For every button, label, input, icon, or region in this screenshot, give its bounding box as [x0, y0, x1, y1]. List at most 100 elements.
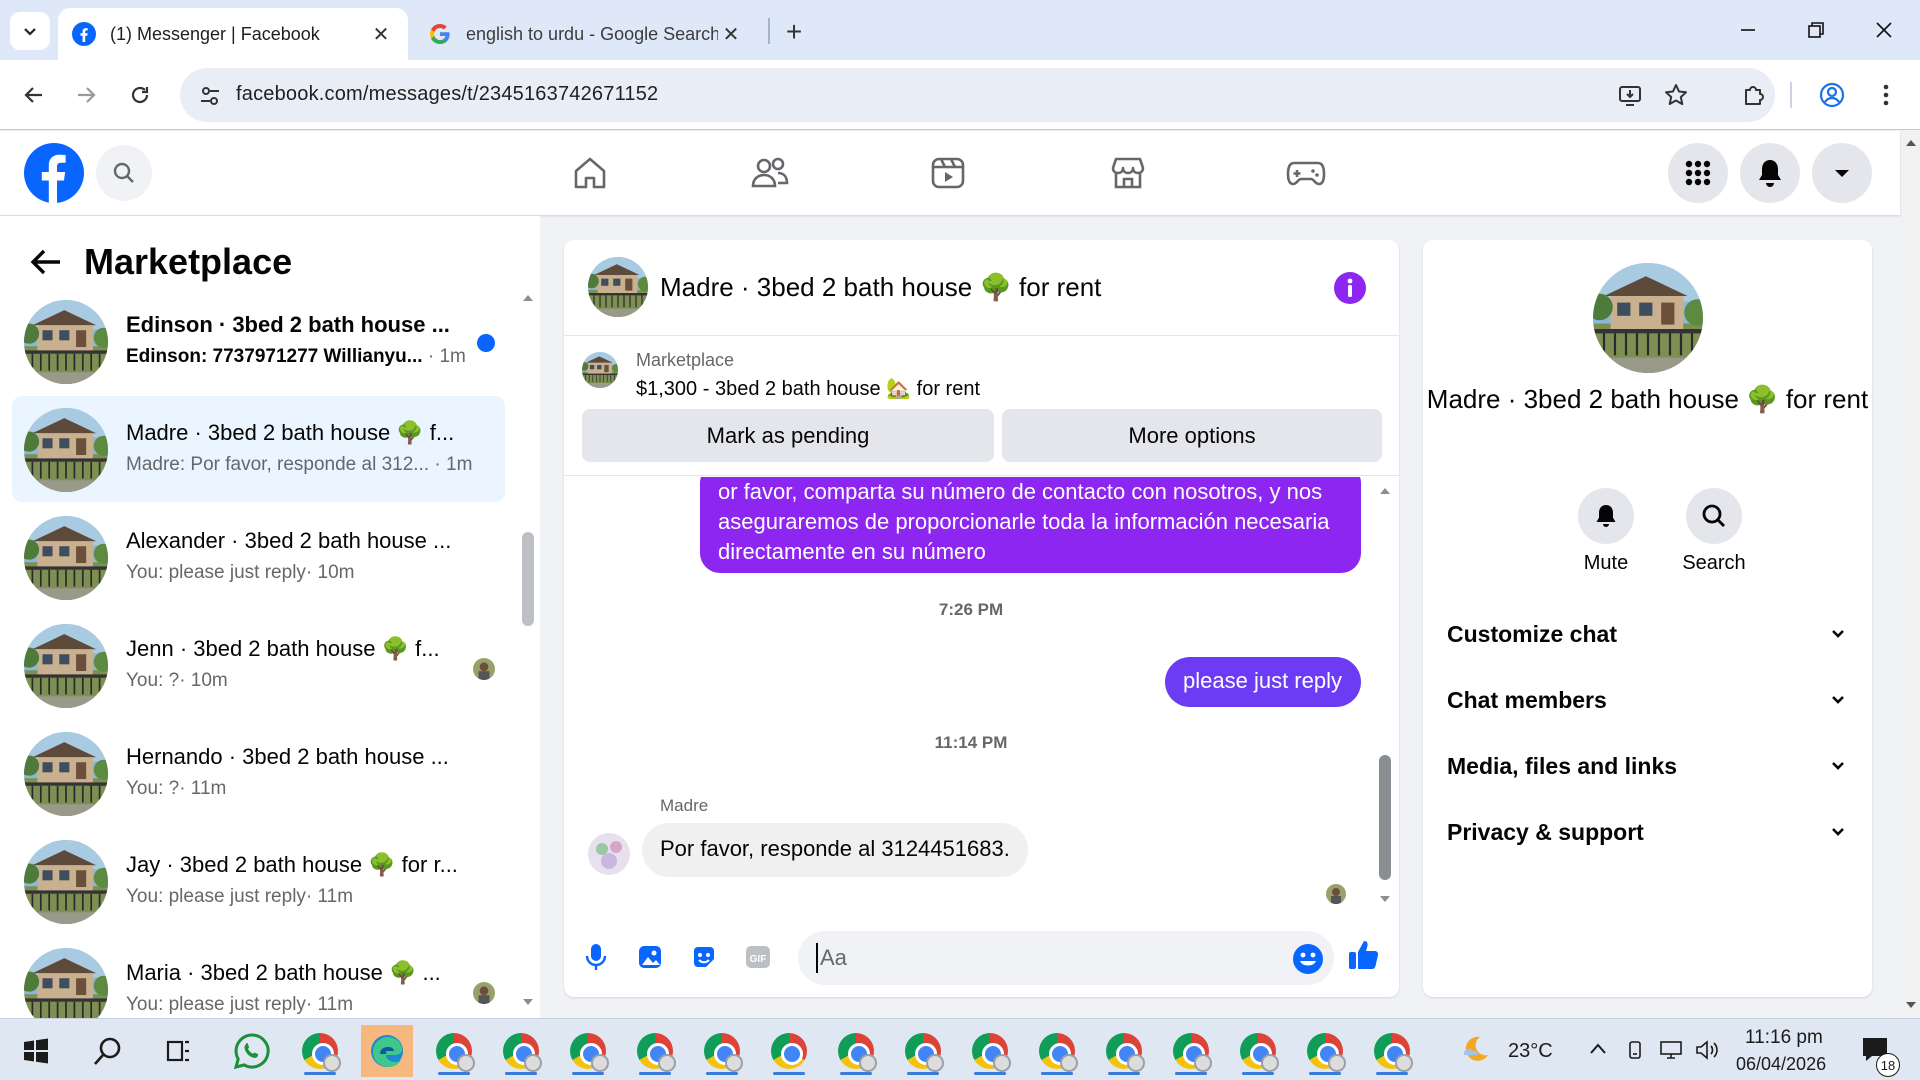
taskbar-chrome[interactable]: [495, 1025, 547, 1077]
scroll-up-icon[interactable]: [1902, 137, 1920, 149]
facebook-search-button[interactable]: [96, 145, 152, 201]
section-chat-members[interactable]: Chat members: [1447, 678, 1847, 722]
extensions-button[interactable]: [1734, 75, 1774, 115]
taskbar-chrome[interactable]: [696, 1025, 748, 1077]
taskbar-edge[interactable]: [361, 1025, 413, 1077]
listing-thumbnail[interactable]: [582, 352, 618, 388]
outgoing-message[interactable]: or favor, comparta su número de contacto…: [700, 477, 1361, 573]
notifications-button[interactable]: [1740, 143, 1800, 203]
scroll-thumb[interactable]: [522, 532, 534, 626]
taskbar-chrome[interactable]: [964, 1025, 1016, 1077]
nav-friends[interactable]: [740, 145, 800, 201]
conversation-avatar[interactable]: [588, 257, 648, 317]
taskbar-search-button[interactable]: [82, 1025, 134, 1077]
attach-media-button[interactable]: [632, 939, 668, 975]
taskbar-chrome[interactable]: [428, 1025, 480, 1077]
conversation-title[interactable]: Madre · 3bed 2 bath house 🌳 for rent: [660, 272, 1101, 303]
forward-button[interactable]: [66, 75, 106, 115]
back-button[interactable]: [28, 244, 64, 280]
section-privacy-support[interactable]: Privacy & support: [1447, 810, 1847, 854]
menu-button[interactable]: [1668, 143, 1728, 203]
like-button[interactable]: [1346, 937, 1382, 973]
info-icon[interactable]: [1333, 271, 1367, 305]
conversation-item[interactable]: Maria · 3bed 2 bath house 🌳 ... You: ple…: [12, 936, 505, 1018]
new-tab-button[interactable]: +: [776, 14, 812, 50]
scroll-up-icon[interactable]: [520, 292, 536, 304]
chrome-menu-button[interactable]: [1866, 75, 1906, 115]
chat-list-scrollbar[interactable]: [520, 292, 536, 1008]
taskbar-chrome[interactable]: [1031, 1025, 1083, 1077]
listing-description[interactable]: $1,300 - 3bed 2 bath house 🏡 for rent: [636, 376, 980, 401]
conversation-item[interactable]: Jay · 3bed 2 bath house 🌳 for r... You: …: [12, 828, 505, 934]
account-button[interactable]: [1812, 143, 1872, 203]
scroll-thumb[interactable]: [1379, 755, 1391, 880]
network-icon[interactable]: [1658, 1039, 1684, 1061]
tab-search-button[interactable]: [10, 12, 50, 50]
conversation-item[interactable]: Alexander · 3bed 2 bath house ... You: p…: [12, 504, 505, 610]
profile-button[interactable]: [1812, 75, 1852, 115]
mute-action[interactable]: Mute: [1566, 488, 1646, 575]
taskbar-chrome[interactable]: [562, 1025, 614, 1077]
message-input[interactable]: [816, 943, 1256, 973]
search-action[interactable]: Search: [1674, 488, 1754, 575]
voice-clip-button[interactable]: [578, 939, 614, 975]
taskbar-chrome[interactable]: [830, 1025, 882, 1077]
volume-icon[interactable]: [1694, 1039, 1720, 1061]
minimize-button[interactable]: [1720, 10, 1776, 50]
nav-home[interactable]: [560, 145, 620, 201]
section-customize-chat[interactable]: Customize chat: [1447, 612, 1847, 656]
chevron-up-icon[interactable]: [1588, 1041, 1608, 1057]
taskbar-chrome[interactable]: [1165, 1025, 1217, 1077]
nav-video[interactable]: [918, 145, 978, 201]
section-media-files-links[interactable]: Media, files and links: [1447, 744, 1847, 788]
weather-moon-cloud-icon[interactable]: [1458, 1033, 1492, 1067]
nav-marketplace[interactable]: [1098, 145, 1158, 201]
site-info-button[interactable]: [194, 80, 226, 112]
page-scrollbar[interactable]: [1902, 131, 1920, 1018]
tab-messenger[interactable]: (1) Messenger | Facebook ✕: [58, 8, 408, 60]
nav-gaming[interactable]: [1276, 145, 1336, 201]
start-button[interactable]: [10, 1025, 62, 1077]
reload-button[interactable]: [120, 75, 160, 115]
task-view-button[interactable]: [152, 1025, 204, 1077]
taskbar-chrome[interactable]: [294, 1025, 346, 1077]
conversation-item[interactable]: Madre · 3bed 2 bath house 🌳 f... Madre: …: [12, 396, 505, 502]
incoming-message[interactable]: Por favor, responde al 3124451683.: [642, 823, 1028, 877]
gif-button[interactable]: GIF: [740, 939, 776, 975]
emoji-icon[interactable]: [1292, 943, 1324, 975]
scroll-down-icon[interactable]: [520, 996, 536, 1008]
sticker-button[interactable]: [686, 939, 722, 975]
mute-button[interactable]: [1578, 488, 1634, 544]
conversation-item[interactable]: Edinson · 3bed 2 bath house ... Edinson:…: [12, 288, 505, 394]
taskbar-chrome[interactable]: [1232, 1025, 1284, 1077]
scroll-up-icon[interactable]: [1376, 485, 1394, 497]
search-in-conversation-button[interactable]: [1686, 488, 1742, 544]
more-options-button[interactable]: More options: [1002, 409, 1382, 462]
message-scrollbar[interactable]: [1376, 485, 1394, 905]
restore-button[interactable]: [1788, 10, 1844, 50]
bookmark-button[interactable]: [1656, 75, 1696, 115]
weather-temperature[interactable]: 23°C: [1508, 1040, 1553, 1063]
taskbar-whatsapp[interactable]: [226, 1025, 278, 1077]
clock-date[interactable]: 06/04/2026: [1736, 1054, 1826, 1075]
install-app-button[interactable]: [1610, 75, 1650, 115]
back-button[interactable]: [14, 75, 54, 115]
tab-google-search[interactable]: english to urdu - Google Search ✕: [414, 8, 758, 60]
close-tab-icon[interactable]: ✕: [718, 21, 744, 47]
battery-phone-icon[interactable]: [1624, 1039, 1646, 1061]
address-bar[interactable]: facebook.com/messages/t/2345163742671152: [180, 68, 1775, 122]
taskbar-chrome[interactable]: [629, 1025, 681, 1077]
scroll-down-icon[interactable]: [1376, 893, 1394, 905]
outgoing-message[interactable]: please just reply: [1165, 657, 1361, 707]
facebook-logo-icon[interactable]: [24, 143, 84, 203]
taskbar-chrome[interactable]: [1366, 1025, 1418, 1077]
clock-time[interactable]: 11:16 pm: [1745, 1027, 1823, 1049]
taskbar-chrome[interactable]: [897, 1025, 949, 1077]
scroll-down-icon[interactable]: [1902, 999, 1920, 1011]
sender-avatar[interactable]: [588, 833, 630, 875]
close-window-button[interactable]: [1856, 10, 1912, 50]
taskbar-chrome[interactable]: [1299, 1025, 1351, 1077]
mark-as-pending-button[interactable]: Mark as pending: [582, 409, 994, 462]
taskbar-chrome[interactable]: [1098, 1025, 1150, 1077]
conversation-item[interactable]: Jenn · 3bed 2 bath house 🌳 f... You: ?· …: [12, 612, 505, 718]
